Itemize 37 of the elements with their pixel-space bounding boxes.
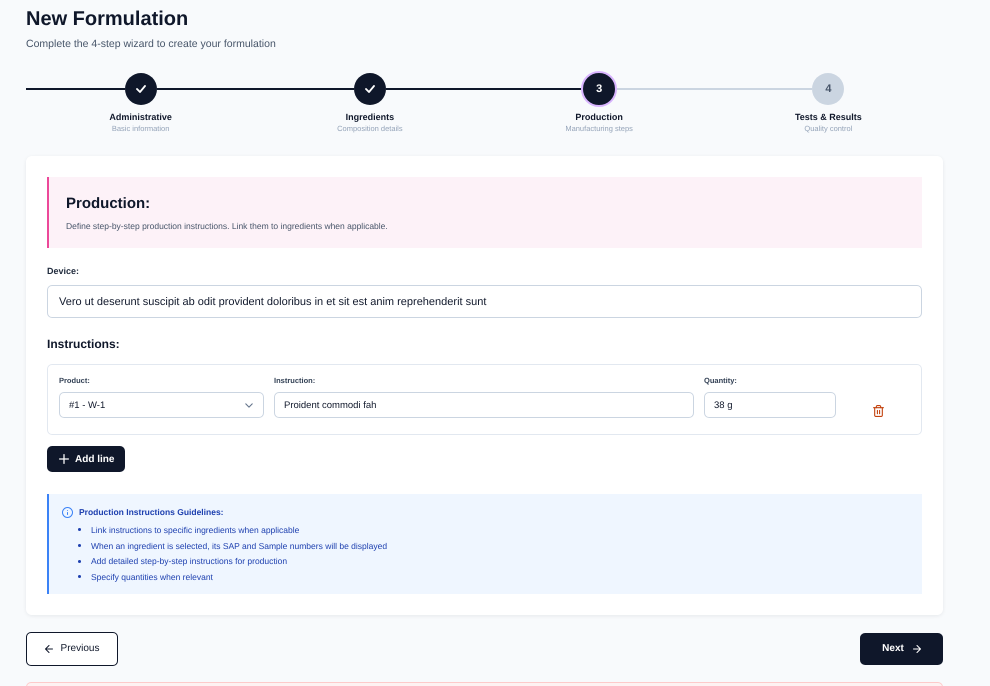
step-indicator: 4 bbox=[812, 73, 844, 105]
bullet-icon bbox=[78, 575, 81, 578]
field-label: Device: bbox=[47, 265, 80, 277]
add-line-button[interactable]: Add line bbox=[47, 446, 126, 472]
trash-icon[interactable] bbox=[872, 405, 884, 417]
section-title: Production: bbox=[66, 195, 152, 213]
step-title: Production bbox=[575, 111, 623, 123]
device-input[interactable]: Vero ut deserunt suscipit ab odit provident doloribus in et sit est anim reprehenderit sunt bbox=[47, 285, 922, 318]
arrow-right-icon bbox=[912, 644, 921, 653]
bullet-icon bbox=[78, 544, 81, 548]
guideline-text: When an ingredient is selected, its SAP and Sample numbers will be displayed bbox=[91, 540, 388, 552]
bullet-icon bbox=[78, 560, 81, 563]
step-title: Administrative bbox=[109, 111, 172, 123]
page-title: New Formulation bbox=[26, 7, 190, 31]
step-indicator: 3 bbox=[581, 71, 618, 107]
instruction-input[interactable]: Proident commodi fah bbox=[274, 392, 694, 418]
product-select[interactable]: #1 - W-1 bbox=[59, 392, 264, 418]
info-icon bbox=[62, 506, 73, 518]
page-subtitle: Complete the 4-step wizard to create your formulation bbox=[26, 37, 277, 51]
arrow-left-icon bbox=[44, 644, 53, 653]
section-description: Define step-by-step production instructions. Link them to ingredients when applicable. bbox=[66, 220, 389, 232]
previous-button[interactable]: Previous bbox=[26, 632, 118, 666]
select-value: #1 - W-1 bbox=[69, 400, 106, 410]
guideline-text: Specify quantities when relevant bbox=[91, 570, 213, 583]
guideline-text: Add detailed step-by-step instructions for production bbox=[91, 555, 288, 568]
plus-icon bbox=[59, 454, 69, 464]
step-title: Tests & Results bbox=[794, 111, 862, 123]
check-icon bbox=[136, 85, 146, 93]
caret-icon bbox=[245, 402, 253, 408]
section-heading: Instructions: bbox=[47, 336, 120, 352]
check-icon bbox=[364, 85, 375, 93]
guidelines-title: Production Instructions Guidelines: bbox=[79, 506, 224, 518]
quantity-input[interactable]: 38 g bbox=[704, 392, 836, 418]
bullet-icon bbox=[78, 528, 81, 532]
step-title: Ingredients bbox=[346, 111, 394, 123]
guideline-text: Link instructions to specific ingredients when applicable bbox=[91, 524, 300, 536]
next-button[interactable]: Next bbox=[860, 632, 943, 665]
